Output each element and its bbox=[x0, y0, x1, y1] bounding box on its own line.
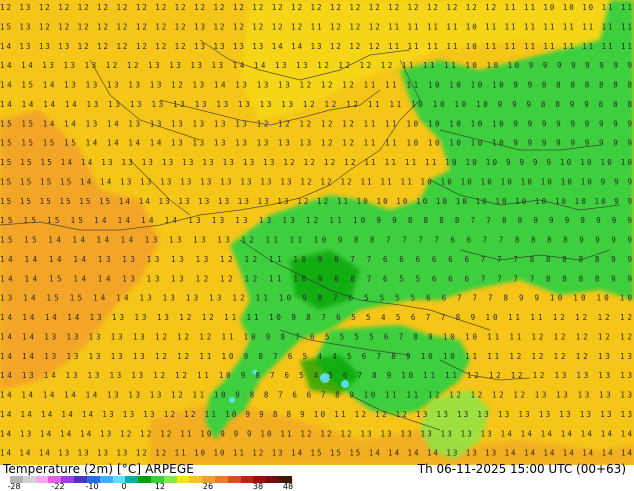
value-row: 14 14 14 14 14 13 13 13 12 11 10 9 8 8 7… bbox=[0, 391, 632, 400]
value-row: 14 13 13 13 12 12 12 12 12 12 13 13 13 1… bbox=[0, 42, 632, 51]
map-canvas: 12 13 12 12 12 12 12 12 12 12 12 12 12 1… bbox=[0, 0, 634, 465]
value-row: 15 13 12 12 12 12 12 12 12 12 13 12 12 1… bbox=[0, 22, 632, 31]
temperature-map[interactable]: 12 13 12 12 12 12 12 12 12 12 12 12 12 1… bbox=[0, 0, 634, 465]
map-footer: Temperature (2m) [°C] ARPEGE Th 06-11-20… bbox=[0, 462, 634, 491]
value-row: 15 15 15 15 14 14 14 14 13 13 13 13 13 1… bbox=[0, 139, 632, 148]
cold-pocket-2 bbox=[341, 380, 349, 388]
map-title: Temperature (2m) [°C] ARPEGE bbox=[3, 462, 194, 476]
value-row: 14 15 14 13 13 13 13 13 12 13 14 13 13 1… bbox=[0, 81, 632, 90]
value-row: 12 13 12 12 12 12 12 12 12 12 12 12 12 1… bbox=[0, 3, 632, 12]
value-row: 14 13 14 14 14 13 12 12 12 11 10 9 9 9 1… bbox=[0, 429, 632, 438]
value-row: 15 15 14 14 13 14 13 13 13 13 13 13 12 1… bbox=[0, 119, 632, 128]
forecast-datetime: Th 06-11-2025 15:00 UTC (00+63) bbox=[417, 462, 626, 476]
value-row: 15 15 15 15 14 14 13 13 13 13 13 13 13 1… bbox=[0, 177, 632, 186]
value-row: 15 15 15 15 14 14 14 14 13 13 13 13 13 1… bbox=[0, 216, 632, 225]
value-row: 14 14 14 13 13 13 13 12 12 11 10 10 11 1… bbox=[0, 449, 632, 458]
